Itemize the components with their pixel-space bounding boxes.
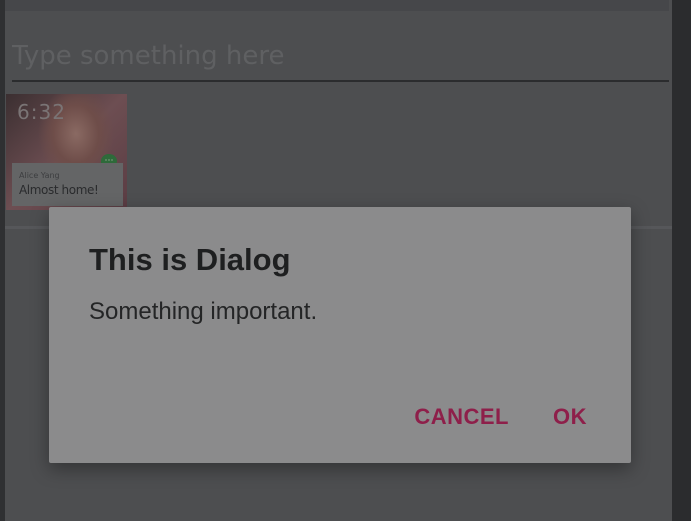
preview-sender: Alice Yang xyxy=(19,171,60,180)
cancel-button[interactable]: CANCEL xyxy=(398,398,525,436)
message-bubble: Alice Yang Almost home! xyxy=(12,163,123,206)
dialog-message: Something important. xyxy=(89,298,318,325)
ok-button[interactable]: OK xyxy=(537,398,603,436)
message-input[interactable] xyxy=(12,36,669,76)
preview-time: 6:32 xyxy=(17,100,66,124)
toolbar-strip xyxy=(5,0,669,11)
dialog-actions: CANCEL OK xyxy=(398,397,603,437)
right-edge-scrim xyxy=(672,0,691,521)
notification-preview-card[interactable]: 6:32 Alice Yang Almost home! xyxy=(6,94,127,210)
text-input-field[interactable] xyxy=(12,36,669,82)
preview-message: Almost home! xyxy=(19,183,99,197)
dialog-title: This is Dialog xyxy=(89,242,291,277)
alert-dialog: This is Dialog Something important. CANC… xyxy=(49,207,631,463)
screen: 6:32 Alice Yang Almost home! This is Dia… xyxy=(0,0,691,521)
